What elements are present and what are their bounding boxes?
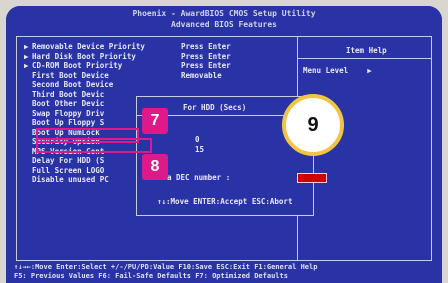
menu-level: Menu Level ▶: [303, 66, 372, 75]
bios-menu-item-label: Full Screen LOGO: [32, 165, 105, 175]
screenshot-frame: Phoenix - AwardBIOS CMOS Setup Utility A…: [0, 0, 448, 283]
menu-level-arrow-icon: ▶: [367, 66, 372, 75]
bios-keyhelp-bar: ↑↓→←:Move Enter:Select +/-/PU/PD:Value F…: [6, 261, 442, 283]
bios-menu-item-label: CD-ROM Boot Priority: [32, 61, 123, 70]
dec-number-input[interactable]: [297, 173, 327, 183]
submenu-arrow-icon: ▶: [24, 61, 29, 70]
dialog-title: For HDD (Secs): [183, 103, 247, 112]
bios-titlebar: Phoenix - AwardBIOS CMOS Setup Utility A…: [6, 6, 442, 34]
bios-menu-item-label: Boot Up Floppy S: [32, 118, 105, 127]
callout-circle-9: 9: [282, 94, 344, 156]
bios-menu-item-label: Second Boot Device: [32, 80, 114, 89]
badge-7: 7: [142, 108, 168, 134]
item-help-title: Item Help: [346, 46, 387, 55]
dialog-max-value: 15: [195, 145, 205, 154]
keyhelp-line1: ↑↓→←:Move Enter:Select +/-/PU/PD:Value F…: [14, 263, 318, 271]
bios-menu-item-value: Press Enter: [181, 61, 231, 70]
bios-menu-item-label: Disable unused PC: [32, 175, 109, 184]
menu-level-label: Menu Level: [303, 66, 349, 75]
bios-menu-item-value: Removable: [181, 70, 222, 80]
bios-menu-item-label: First Boot Device: [32, 70, 109, 80]
bios-title-line2: Advanced BIOS Features: [171, 20, 277, 29]
bios-menu-item-label: Swap Floppy Driv: [32, 108, 105, 118]
bios-menu-item-label: Delay For HDD (S: [32, 156, 105, 165]
bios-screen: Phoenix - AwardBIOS CMOS Setup Utility A…: [6, 6, 442, 283]
bios-menu-item-label: Removable Device Priority: [32, 42, 145, 51]
bios-title-line1: Phoenix - AwardBIOS CMOS Setup Utility: [132, 9, 316, 18]
keyhelp-line2: F5: Previous Values F6: Fail-Safe Defaul…: [14, 272, 288, 280]
submenu-arrow-icon: ▶: [24, 51, 29, 61]
submenu-arrow-icon: ▶: [24, 42, 29, 51]
bios-menu-item-label: Third Boot Devic: [32, 89, 105, 99]
bios-menu-item-label: Hard Disk Boot Priority: [32, 51, 136, 61]
dialog-footer-help: ↑↓:Move ENTER:Accept ESC:Abort: [157, 197, 293, 206]
dialog-min-value: 0: [195, 135, 200, 144]
highlight-boot-up-numlock: [36, 138, 152, 153]
dialog-prompt: a DEC number :: [167, 173, 231, 182]
bios-menu-item-value: Press Enter: [181, 42, 231, 51]
bios-menu-item-value: Press Enter: [181, 51, 231, 61]
badge-8: 8: [142, 154, 168, 180]
help-separator: [298, 58, 432, 59]
bios-menu-item-value: [181, 80, 271, 90]
bios-menu-item-label: Boot Other Devic: [32, 99, 105, 108]
